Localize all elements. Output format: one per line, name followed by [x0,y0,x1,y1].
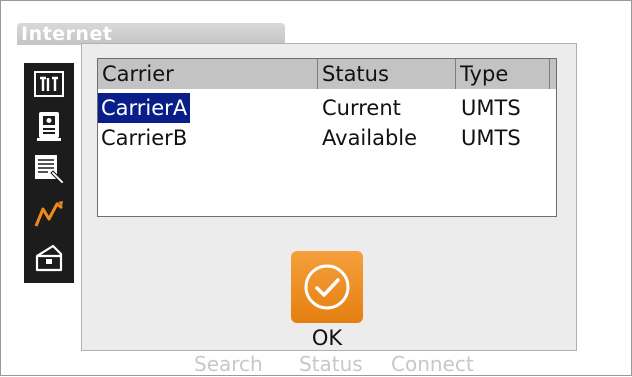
measure-icon[interactable] [28,65,70,103]
list-header: Carrier Status Type [98,59,556,89]
toolbox-icon[interactable] [28,239,70,277]
row-carrier-cell: CarrierB [101,126,188,150]
ok-button-label[interactable]: OK [291,326,363,350]
row-carrier-cell: CarrierA [98,93,191,123]
instrument-icon[interactable] [28,107,70,145]
graph-icon[interactable] [28,195,70,233]
list-row-carrier-a[interactable]: CarrierA Current UMTS [98,93,556,123]
carrier-list: Carrier Status Type CarrierA Current UMT… [97,58,557,217]
row-type-cell: UMTS [461,126,521,150]
carrier-dialog: Carrier Status Type CarrierA Current UMT… [81,43,577,351]
column-header-type[interactable]: Type [456,59,550,89]
search-softkey[interactable]: Search [194,351,263,377]
checkmark-icon [304,264,350,310]
device-screen: Internet Search Status Connect Carrier S… [0,0,632,376]
side-toolbar [24,63,74,283]
window-title: Internet [17,23,285,45]
column-header-status[interactable]: Status [318,59,456,89]
connect-softkey[interactable]: Connect [391,351,474,377]
list-row-carrier-b[interactable]: CarrierB Available UMTS [98,123,556,153]
document-edit-icon[interactable] [28,151,70,189]
ok-button[interactable] [291,251,363,323]
status-softkey[interactable]: Status [299,351,363,377]
row-type-cell: UMTS [461,96,521,120]
column-header-carrier[interactable]: Carrier [98,59,318,89]
bottom-softkey-bar: Search Status Connect [1,351,632,377]
row-status-cell: Current [322,96,401,120]
row-status-cell: Available [322,126,418,150]
